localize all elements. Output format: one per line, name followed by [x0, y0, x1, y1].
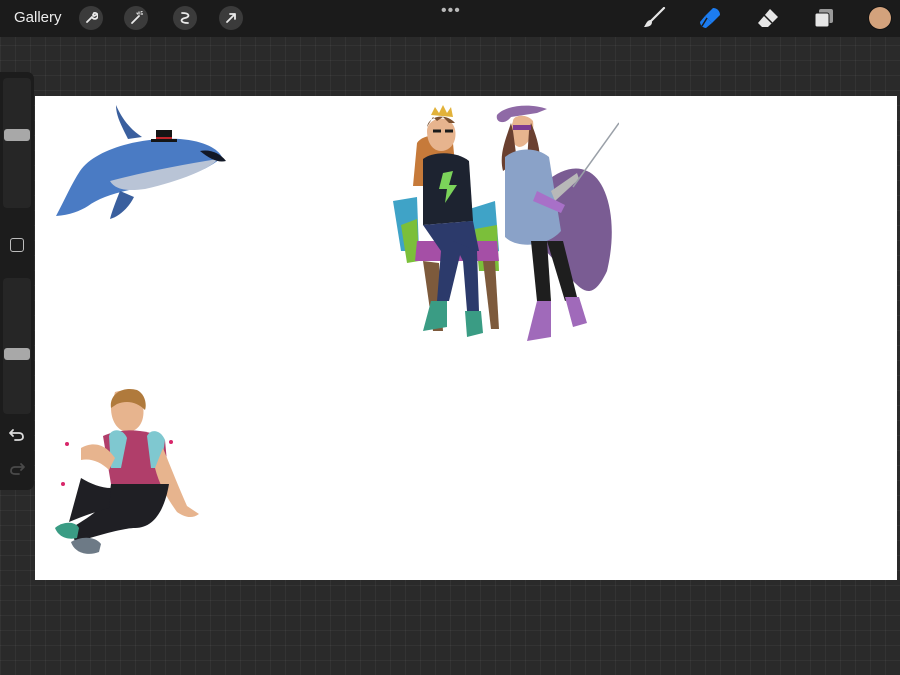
left-sidebar — [0, 72, 34, 490]
whale-artwork — [56, 105, 226, 219]
brush-tool-button[interactable] — [641, 6, 667, 30]
top-toolbar: Gallery ••• — [0, 0, 900, 37]
wrench-icon — [86, 12, 98, 23]
smudge-icon — [700, 8, 720, 28]
layers-icon — [814, 9, 833, 28]
adjustments-button[interactable] — [124, 6, 148, 30]
more-menu-icon[interactable]: ••• — [441, 2, 461, 20]
brush-size-handle[interactable] — [4, 129, 30, 141]
eraser-icon — [758, 9, 778, 27]
transform-button[interactable] — [219, 6, 243, 30]
drawing-canvas[interactable] — [35, 96, 897, 580]
actions-button[interactable] — [79, 6, 103, 30]
magic-wand-icon — [131, 11, 143, 24]
sitting-boy-artwork — [55, 388, 199, 554]
brush-icon — [644, 7, 666, 27]
layers-button[interactable] — [811, 6, 837, 30]
smudge-tool-button[interactable] — [697, 6, 723, 30]
gallery-button[interactable]: Gallery — [14, 9, 62, 26]
opacity-slider[interactable] — [3, 278, 31, 414]
color-picker-button[interactable] — [869, 7, 891, 29]
selection-button[interactable] — [173, 6, 197, 30]
brush-size-slider[interactable] — [3, 78, 31, 208]
opacity-handle[interactable] — [4, 348, 30, 360]
transform-arrow-icon — [226, 13, 236, 23]
modify-button[interactable] — [10, 238, 24, 252]
redo-icon[interactable] — [8, 462, 26, 476]
undo-icon[interactable] — [8, 428, 26, 442]
eraser-tool-button[interactable] — [755, 6, 781, 30]
selection-icon — [180, 12, 190, 24]
throne-and-swordswoman-artwork — [393, 105, 619, 341]
